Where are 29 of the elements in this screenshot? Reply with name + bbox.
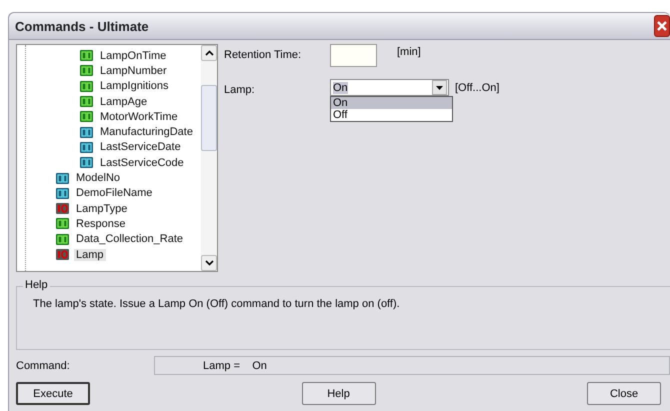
tree-item[interactable]: ManufacturingDate <box>98 126 195 138</box>
dialog-button[interactable]: Help <box>302 382 376 405</box>
unit-label: [min] <box>397 45 421 58</box>
field-label: Retention Time: <box>224 48 302 61</box>
range-label: [Off...On] <box>455 81 500 94</box>
tree-item[interactable]: LampType <box>74 202 130 215</box>
command-field: Lamp = On <box>154 356 670 375</box>
tree-item[interactable]: LampNumber <box>98 64 169 77</box>
tree-item[interactable]: Data_Collection_Rate <box>74 233 186 246</box>
lamp-dropdown[interactable]: On <box>330 79 449 96</box>
field-label: Command: <box>16 360 71 372</box>
help-text: The lamp's state. Issue a Lamp On (Off) command to turn the lamp on (off). <box>32 297 401 310</box>
tree-item[interactable]: LastServiceDate <box>98 141 183 154</box>
dialog-button[interactable]: Close <box>587 382 661 405</box>
dialog-button[interactable]: Execute <box>16 382 90 405</box>
tree-item[interactable]: LampIgnitions <box>98 80 170 92</box>
tree-item[interactable]: Response <box>74 218 128 230</box>
tree-item[interactable]: MotorWorkTime <box>98 110 180 123</box>
window-title: Commands - Ultimate <box>15 18 149 34</box>
dropdown-option[interactable]: On <box>331 97 452 109</box>
group-title: Help <box>23 279 50 291</box>
tree-item[interactable]: Lamp <box>74 248 106 260</box>
field-label: Lamp: <box>224 83 256 96</box>
tree-item[interactable]: LampAge <box>98 96 150 108</box>
dropdown-option[interactable]: Off <box>331 109 452 121</box>
tree-item[interactable]: LampOnTime <box>98 50 168 62</box>
tree-item[interactable]: ModelNo <box>74 172 122 184</box>
tree-item[interactable]: DemoFileName <box>74 187 154 200</box>
tree-item[interactable]: LastServiceCode <box>98 156 186 169</box>
